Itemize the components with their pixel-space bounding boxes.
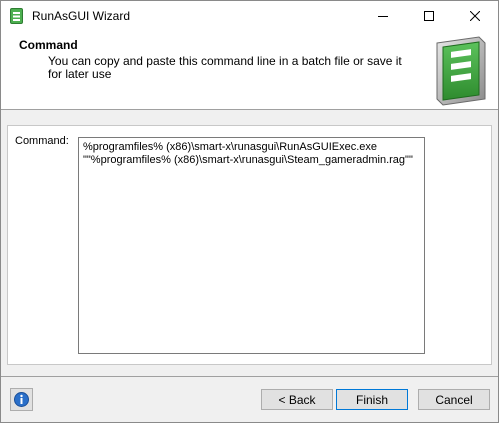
maximize-icon (424, 11, 434, 21)
wizard-window: RunAsGUI Wizard Command You can copy and… (0, 0, 499, 423)
wizard-logo-icon (429, 35, 489, 107)
wizard-header: Command You can copy and paste this comm… (1, 31, 498, 110)
info-icon (14, 392, 29, 407)
back-button[interactable]: < Back (261, 389, 333, 410)
window-title: RunAsGUI Wizard (32, 9, 131, 23)
close-icon (470, 11, 480, 21)
title-bar[interactable]: RunAsGUI Wizard (1, 1, 498, 31)
command-label: Command: (15, 135, 69, 147)
minimize-icon (378, 16, 388, 17)
minimize-button[interactable] (360, 1, 406, 31)
finish-button[interactable]: Finish (336, 389, 408, 410)
close-button[interactable] (452, 1, 498, 31)
maximize-button[interactable] (406, 1, 452, 31)
command-textbox[interactable]: %programfiles% (x86)\smart-x\runasgui\Ru… (78, 137, 425, 354)
info-button[interactable] (10, 388, 33, 411)
page-title: Command (19, 38, 78, 52)
bottom-divider (1, 376, 498, 377)
content-panel: Command: %programfiles% (x86)\smart-x\ru… (7, 125, 492, 365)
cancel-button[interactable]: Cancel (418, 389, 490, 410)
app-icon (10, 8, 23, 24)
page-description: You can copy and paste this command line… (48, 54, 402, 81)
